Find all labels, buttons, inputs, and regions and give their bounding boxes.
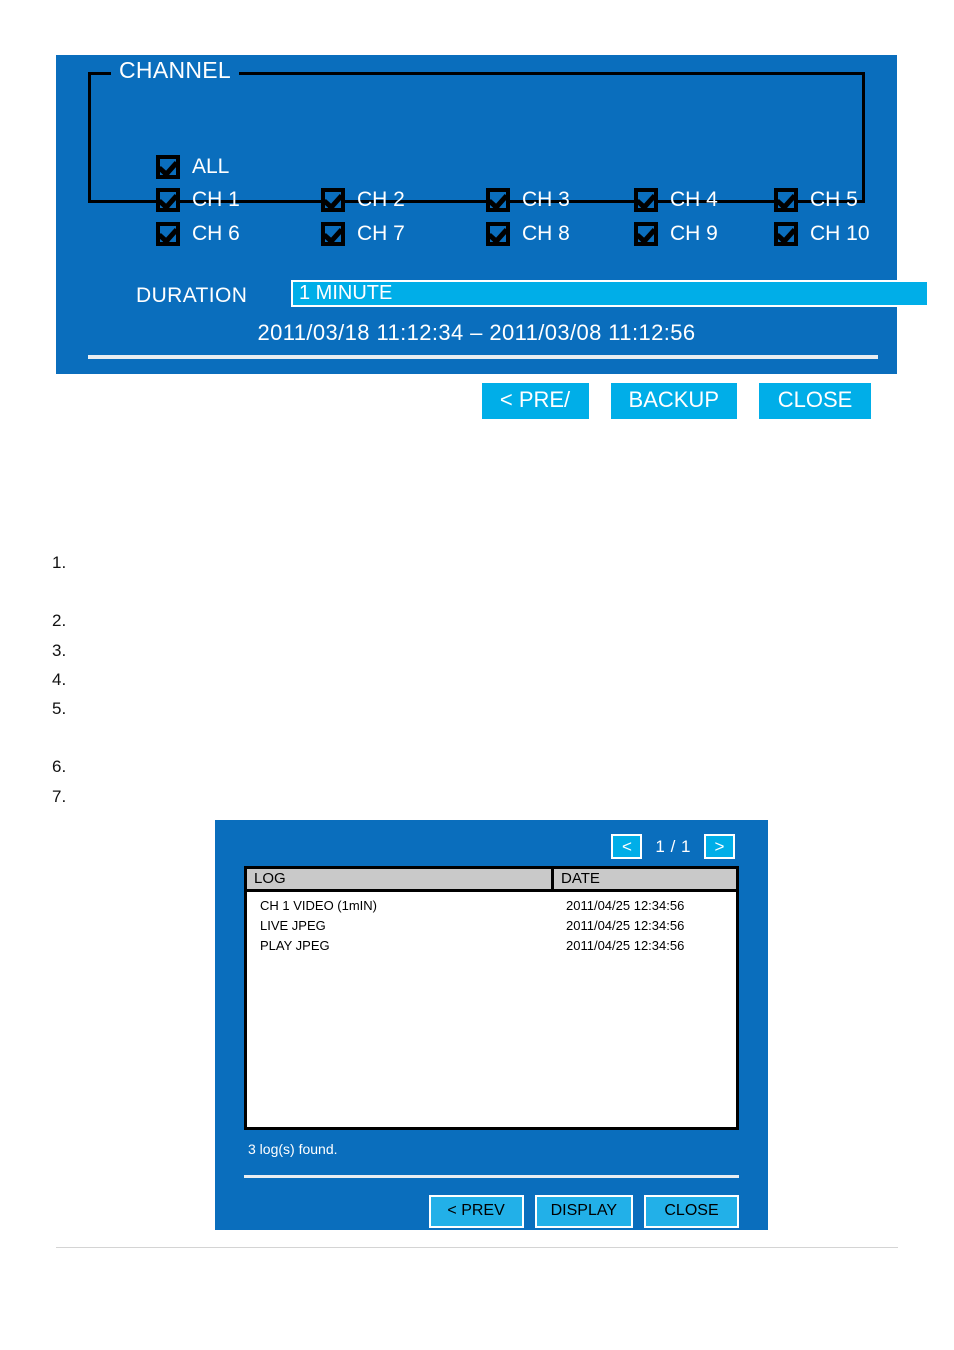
checkbox-label-ch9: CH 9 (670, 222, 718, 245)
checkbox-label-all: ALL (192, 155, 230, 178)
cell-date: 2011/04/25 12:34:56 (566, 918, 685, 933)
checkbox-label-ch8: CH 8 (522, 222, 570, 245)
duration-label: DURATION (136, 284, 248, 307)
checkbox-checked-icon[interactable] (774, 188, 798, 212)
log-table-body: CH 1 VIDEO (1mIN) 2011/04/25 12:34:56 LI… (247, 892, 736, 956)
checkbox-item-ch6[interactable]: CH 6 (156, 222, 240, 246)
backup-dialog: CHANNEL ALL CH 1 CH 2 CH 3 CH 4 CH 5 CH … (56, 55, 929, 422)
pagination: < 1 / 1 > (611, 834, 735, 859)
page-indicator: 1 / 1 (655, 837, 691, 856)
checkbox-checked-icon[interactable] (634, 222, 658, 246)
checkbox-checked-icon[interactable] (486, 222, 510, 246)
log-count-status: 3 log(s) found. (248, 1141, 338, 1157)
checkbox-checked-icon[interactable] (634, 188, 658, 212)
divider (244, 1175, 739, 1178)
checkbox-label-ch1: CH 1 (192, 188, 240, 211)
checkbox-checked-icon[interactable] (321, 188, 345, 212)
backup-dialog-button-row: < PRE/ BACKUP CLOSE (56, 380, 897, 422)
duration-select[interactable]: 1 MINUTE (291, 280, 929, 307)
cell-log: CH 1 VIDEO (1mIN) (260, 898, 378, 913)
channel-group: CHANNEL (88, 57, 865, 203)
display-button[interactable]: DISPLAY (534, 1195, 633, 1228)
close-button[interactable]: CLOSE (756, 380, 874, 422)
checkbox-checked-icon[interactable] (774, 222, 798, 246)
divider (88, 355, 878, 359)
list-item: 7. (52, 787, 67, 806)
table-row[interactable]: PLAY JPEG 2011/04/25 12:34:56 (247, 936, 736, 956)
checkbox-label-ch10: CH 10 (810, 222, 870, 245)
list-item: 6. (52, 757, 67, 776)
checkbox-label-ch7: CH 7 (357, 222, 405, 245)
prev-page-button[interactable]: < (611, 834, 643, 859)
list-item: 3. (52, 641, 67, 660)
backup-button[interactable]: BACKUP (607, 380, 740, 422)
checkbox-item-ch4[interactable]: CH 4 (634, 188, 718, 212)
list-item: 2. (52, 611, 67, 630)
checkbox-item-ch7[interactable]: CH 7 (321, 222, 405, 246)
cell-date: 2011/04/25 12:34:56 (566, 938, 685, 953)
checkbox-checked-icon[interactable] (156, 188, 180, 212)
checkbox-checked-icon[interactable] (321, 222, 345, 246)
checkbox-checked-icon[interactable] (486, 188, 510, 212)
checkbox-label-ch5: CH 5 (810, 188, 858, 211)
cell-log: PLAY JPEG (260, 938, 330, 953)
date-range-text: 2011/03/18 11:12:34 – 2011/03/08 11:12:5… (257, 320, 696, 345)
list-item: 4. (52, 670, 67, 689)
checkbox-checked-icon[interactable] (156, 222, 180, 246)
checkbox-item-ch5[interactable]: CH 5 (774, 188, 858, 212)
checkbox-label-ch4: CH 4 (670, 188, 718, 211)
checkbox-label-ch3: CH 3 (522, 188, 570, 211)
checkbox-item-ch2[interactable]: CH 2 (321, 188, 405, 212)
checkbox-label-ch2: CH 2 (357, 188, 405, 211)
table-row[interactable]: LIVE JPEG 2011/04/25 12:34:56 (247, 916, 736, 936)
close-button[interactable]: CLOSE (644, 1195, 739, 1228)
log-table: LOG DATE CH 1 VIDEO (1mIN) 2011/04/25 12… (244, 866, 739, 1130)
column-header-date: DATE (561, 870, 600, 887)
cell-date: 2011/04/25 12:34:56 (566, 898, 685, 913)
list-item: 5. (52, 699, 67, 718)
checkbox-item-ch10[interactable]: CH 10 (774, 222, 870, 246)
prev-button[interactable]: < PRE/ (478, 380, 592, 422)
checkbox-label-ch6: CH 6 (192, 222, 240, 245)
prev-button[interactable]: < PREV (428, 1195, 524, 1228)
cell-log: LIVE JPEG (260, 918, 326, 933)
checkbox-item-ch3[interactable]: CH 3 (486, 188, 570, 212)
footer-divider (56, 1247, 898, 1248)
log-dialog: < 1 / 1 > LOG DATE CH 1 VIDEO (1mIN) 201… (215, 820, 768, 1230)
checkbox-item-ch8[interactable]: CH 8 (486, 222, 570, 246)
log-dialog-button-row: < PREV DISPLAY CLOSE (215, 1195, 768, 1228)
table-row[interactable]: CH 1 VIDEO (1mIN) 2011/04/25 12:34:56 (247, 896, 736, 916)
checkbox-checked-icon[interactable] (156, 155, 180, 179)
next-page-button[interactable]: > (704, 834, 735, 859)
duration-value: 1 MINUTE (299, 282, 393, 304)
log-table-header: LOG DATE (247, 869, 736, 892)
checkbox-item-ch1[interactable]: CH 1 (156, 188, 240, 212)
checkbox-item-ch9[interactable]: CH 9 (634, 222, 718, 246)
channel-group-legend: CHANNEL (111, 57, 240, 83)
checkbox-item-all[interactable]: ALL (156, 155, 229, 179)
column-header-log: LOG (247, 869, 554, 889)
list-item: 1. (52, 553, 67, 572)
